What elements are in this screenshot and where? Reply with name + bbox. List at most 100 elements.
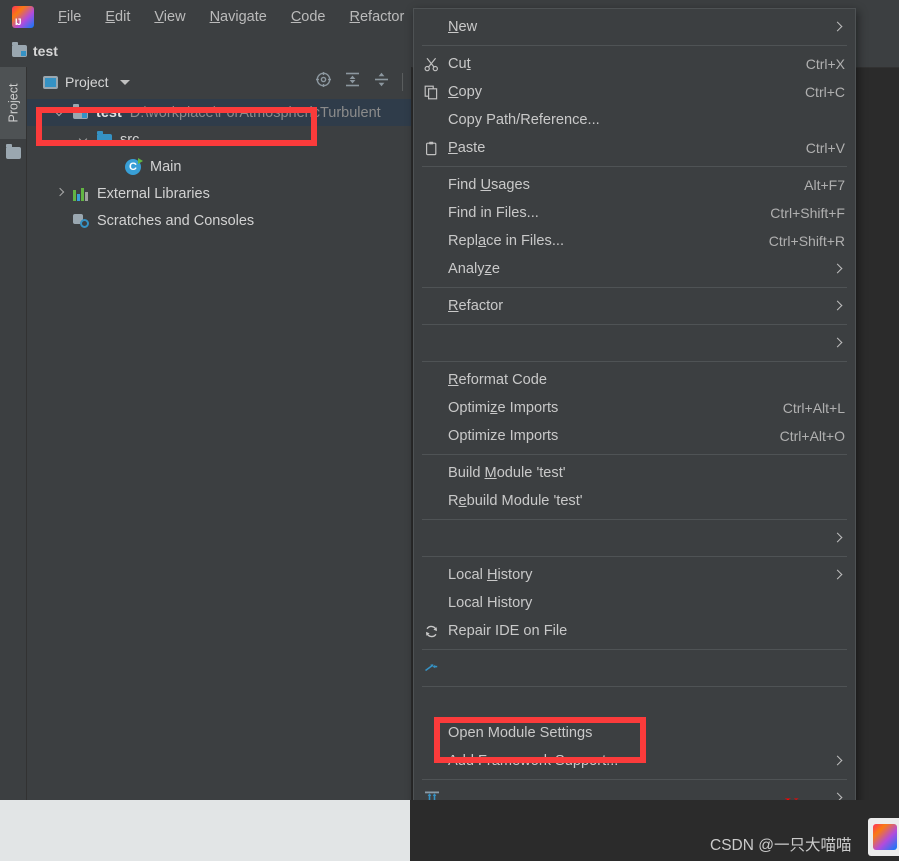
project-tool-window-actions (303, 67, 403, 97)
chevron-collapsed-icon[interactable] (55, 188, 66, 199)
menu-item-remove-module-label: Optimize Imports (448, 428, 559, 444)
menu-item-bookmarks[interactable] (414, 329, 855, 357)
clipboard-icon (424, 141, 448, 156)
menu-item-replace-in-files-shortcut: Ctrl+Shift+R (768, 233, 845, 249)
tree-row-test[interactable]: test D:\workplace\ForAtmosphericTurbulen… (27, 99, 411, 126)
tree-label-external-libraries: External Libraries (97, 185, 210, 202)
menu-item-reload-from-disk[interactable]: Repair IDE on File (414, 617, 855, 645)
submenu-arrow-icon (831, 299, 845, 313)
project-tree[interactable]: test D:\workplace\ForAtmosphericTurbulen… (27, 99, 411, 234)
menu-item-find-in-files[interactable]: Find in Files... Ctrl+Shift+F (414, 199, 855, 227)
menu-view[interactable]: View (154, 9, 185, 25)
submenu-arrow-icon (831, 20, 845, 34)
compare-icon (424, 661, 448, 676)
menu-file-rest: ile (66, 9, 82, 25)
expand-all-icon[interactable] (344, 71, 361, 93)
menu-item-repair-ide-on-file-label: Local History (448, 595, 533, 611)
project-panel-icon (43, 75, 58, 89)
menu-item-compare-with[interactable] (414, 654, 855, 682)
menu-item-add-framework-support[interactable]: Open Module Settings (414, 719, 855, 747)
project-tool-window-title: Project (65, 74, 109, 90)
context-menu[interactable]: New Cut Ctrl+X Copy Ctrl+C Copy Path/Ref… (413, 8, 856, 854)
menu-item-find-usages-shortcut: Alt+F7 (804, 177, 845, 193)
menu-edit[interactable]: Edit (105, 9, 130, 25)
tree-label-main: Main (150, 158, 182, 175)
menu-item-reload-from-disk-label: Repair IDE on File (448, 623, 568, 639)
menu-item-rebuild-module[interactable]: Rebuild Module 'test' (414, 487, 855, 515)
menu-item-refactor[interactable]: Refactor (414, 292, 855, 320)
left-tool-stripe[interactable]: Project (0, 67, 27, 800)
tree-label-src: src (120, 131, 140, 148)
menu-item-copy-path-reference[interactable]: Copy Path/Reference... (414, 106, 855, 134)
breadcrumb[interactable]: test (12, 41, 58, 59)
menu-item-paste-shortcut: Ctrl+V (805, 140, 845, 156)
java-class-icon: C (125, 157, 143, 175)
select-opened-file-icon[interactable] (315, 71, 332, 93)
submenu-arrow-icon (831, 262, 845, 276)
stripe-tab-project-label: Project (6, 83, 20, 123)
chevron-down-icon[interactable] (119, 79, 130, 85)
menu-item-mark-directory-as-label: Add Framework Support... (448, 753, 619, 769)
menu-item-analyze[interactable]: Analyze (414, 255, 855, 283)
menu-view-rest: iew (163, 9, 186, 25)
module-folder-icon (73, 103, 88, 119)
menu-separator (422, 454, 847, 455)
menu-item-optimize-imports[interactable]: Optimize Imports Ctrl+Alt+L (414, 394, 855, 422)
menu-separator (422, 287, 847, 288)
menu-item-new[interactable]: New (414, 13, 855, 41)
menu-separator (422, 556, 847, 557)
menu-item-replace-in-files[interactable]: Replace in Files... Ctrl+Shift+R (414, 227, 855, 255)
tree-row-main[interactable]: C Main (27, 153, 411, 180)
menu-separator (422, 324, 847, 325)
submenu-arrow-icon (831, 754, 845, 768)
chevron-expanded-icon[interactable] (55, 107, 66, 118)
menu-refactor-rest: efactor (359, 9, 405, 25)
menu-separator (422, 779, 847, 780)
menu-item-remove-module[interactable]: Optimize Imports Ctrl+Alt+O (414, 422, 855, 450)
scissors-icon (424, 57, 448, 72)
menu-separator (422, 686, 847, 687)
chevron-expanded-icon[interactable] (79, 134, 90, 145)
menu-refactor[interactable]: Refactor (350, 9, 405, 25)
folder-icon (12, 41, 27, 57)
copy-icon (424, 85, 448, 100)
menu-separator (422, 649, 847, 650)
project-view-selector[interactable]: Project (43, 74, 130, 90)
menu-item-optimize-imports-shortcut: Ctrl+Alt+L (782, 400, 845, 416)
menu-item-find-usages[interactable]: Find Usages Alt+F7 (414, 171, 855, 199)
project-tool-window-header: Project (27, 67, 411, 97)
menu-item-local-history[interactable]: Local History (414, 561, 855, 589)
menu-item-reformat-code[interactable]: Reformat Code (414, 366, 855, 394)
tree-row-external-libraries[interactable]: External Libraries (27, 180, 411, 207)
menu-item-new-label: ew (458, 19, 478, 35)
refresh-icon (424, 624, 448, 639)
menu-item-open-in[interactable] (414, 524, 855, 552)
intellij-idea-logo-icon (12, 6, 34, 28)
tree-row-src[interactable]: src (27, 126, 411, 153)
menu-item-cut[interactable]: Cut Ctrl+X (414, 50, 855, 78)
project-tool-window: Project test D:\workplace\ForAtmospheric… (27, 67, 412, 800)
menu-navigate[interactable]: Navigate (210, 9, 267, 25)
submenu-arrow-icon (831, 531, 845, 545)
menu-item-repair-ide-on-file[interactable]: Local History (414, 589, 855, 617)
libraries-icon (73, 187, 89, 201)
tree-row-scratches-and-consoles[interactable]: Scratches and Consoles (27, 207, 411, 234)
tree-path-test: D:\workplace\ForAtmosphericTurbulent (129, 104, 381, 121)
menu-item-add-framework-support-label: Open Module Settings (448, 725, 593, 741)
collapse-all-icon[interactable] (373, 71, 390, 93)
menu-separator (422, 45, 847, 46)
menu-item-build-module[interactable]: Build Module 'test' (414, 459, 855, 487)
menu-file[interactable]: File (58, 9, 81, 25)
menu-item-open-module-settings[interactable] (414, 691, 855, 719)
menu-item-copy[interactable]: Copy Ctrl+C (414, 78, 855, 106)
ide-window: Search Everywhere Double Shift Go to Fil… (0, 0, 899, 854)
submenu-arrow-icon (831, 568, 845, 582)
menu-item-paste[interactable]: Paste Ctrl+V (414, 134, 855, 162)
menu-separator (422, 519, 847, 520)
stripe-tab-project[interactable]: Project (0, 67, 26, 139)
folder-icon[interactable] (6, 144, 21, 159)
scratches-icon (73, 213, 89, 228)
menu-item-mark-directory-as[interactable]: Add Framework Support... (414, 747, 855, 775)
intellij-idea-badge-icon (868, 818, 899, 856)
menu-code[interactable]: Code (291, 9, 326, 25)
